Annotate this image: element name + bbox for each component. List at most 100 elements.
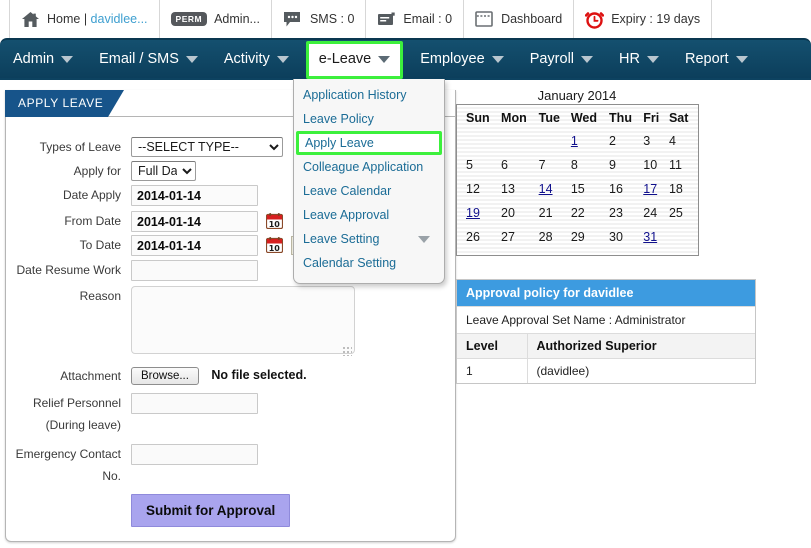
calendar-day-cell[interactable]: 19 xyxy=(461,201,496,225)
calendar-day-link[interactable]: 14 xyxy=(539,182,553,196)
nav-item-hr[interactable]: HR xyxy=(606,39,672,80)
calendar-day-cell: 27 xyxy=(501,230,515,244)
nav-item-e-leave[interactable]: e-Leave xyxy=(305,40,404,79)
topbar-user-link[interactable]: davidlee... xyxy=(91,12,148,26)
calendar-day-cell: 25 xyxy=(668,206,683,220)
calendar-day-link[interactable]: 1 xyxy=(571,134,578,148)
chevron-down-icon xyxy=(491,56,504,63)
menu-item-label: Leave Setting xyxy=(303,232,380,246)
calendar-day-cell[interactable]: 14 xyxy=(534,177,566,201)
calendar-day-link[interactable]: 17 xyxy=(643,182,657,196)
topbar-home-text: Home | davidlee... xyxy=(47,12,148,26)
nav-item-report[interactable]: Report xyxy=(672,39,761,80)
browse-button[interactable]: Browse... xyxy=(131,367,199,385)
menu-item-label: Apply Leave xyxy=(305,136,374,150)
perm-badge: PERM xyxy=(170,11,208,27)
calendar-picker-icon[interactable]: 10 xyxy=(266,237,284,254)
label-emergency-contact-sub: No. xyxy=(102,469,121,483)
nav-item-label: Activity xyxy=(223,51,270,67)
calendar-day-link[interactable]: 19 xyxy=(466,206,480,220)
calendar-day-cell: 15 xyxy=(570,182,585,196)
relief-personnel-input[interactable] xyxy=(131,393,258,414)
label-apply-for: Apply for xyxy=(73,164,121,178)
cell-authorized-superior: (davidlee) xyxy=(526,358,755,383)
calendar-day-cell: 23 xyxy=(609,206,623,220)
calendar-day-link[interactable]: 31 xyxy=(643,230,657,244)
approval-set-name-row: Leave Approval Set Name : Administrator xyxy=(457,306,755,333)
calendar-day-cell: 16 xyxy=(609,182,623,196)
label-to-date: To Date xyxy=(79,238,121,252)
topbar-item-dashboard[interactable]: Dashboard xyxy=(464,0,575,38)
top-utility-bar: Home | davidlee... PERM Admin... SMS : 0… xyxy=(0,0,811,38)
emergency-contact-input[interactable] xyxy=(131,444,258,465)
menu-item-colleague-application[interactable]: Colleague Application xyxy=(294,155,444,179)
nav-item-payroll[interactable]: Payroll xyxy=(517,39,606,80)
menu-item-leave-policy[interactable]: Leave Policy xyxy=(294,107,444,131)
topbar-sms-label: SMS : 0 xyxy=(309,12,355,26)
menu-item-leave-approval[interactable]: Leave Approval xyxy=(294,203,444,227)
calendar-weekday-fri: Fri xyxy=(643,110,660,125)
from-date-input[interactable] xyxy=(131,211,258,232)
menu-item-label: Calendar Setting xyxy=(303,256,397,270)
calendar-day-cell: 29 xyxy=(570,230,585,244)
calendar-day-cell: 6 xyxy=(501,158,508,172)
label-relief-personnel: Relief Personnel xyxy=(32,396,121,410)
calendar-picker-icon[interactable]: 10 xyxy=(266,213,284,230)
label-date-resume-work: Date Resume Work xyxy=(16,263,121,277)
calendar-day-cell: 30 xyxy=(609,230,623,244)
topbar-expiry-label: Expiry : 19 days xyxy=(611,12,701,26)
dashboard-icon xyxy=(475,11,494,27)
nav-item-admin[interactable]: Admin xyxy=(0,39,86,80)
calendar-day-cell[interactable]: 31 xyxy=(638,225,664,249)
label-date-apply: Date Apply xyxy=(62,188,121,202)
month-calendar: Sun Mon Tue Wed Thu Fri Sat 1 2 3 4 5 6 7 8 9 10 1… xyxy=(456,104,699,256)
topbar-item-admin[interactable]: PERM Admin... xyxy=(160,0,272,38)
calendar-day-cell: 13 xyxy=(501,182,515,196)
to-date-input[interactable] xyxy=(131,235,258,256)
menu-item-leave-setting[interactable]: Leave Setting xyxy=(294,227,444,251)
menu-item-application-history[interactable]: Application History xyxy=(294,83,444,107)
reason-textarea[interactable] xyxy=(131,286,355,354)
apply-for-select[interactable]: Full Day xyxy=(131,161,196,181)
nav-item-label: Employee xyxy=(420,51,485,67)
calendar-day-cell: 20 xyxy=(501,206,515,220)
nav-item-label: Payroll xyxy=(529,51,575,67)
topbar-email-label: Email : 0 xyxy=(403,12,453,26)
topbar-item-expiry[interactable]: Expiry : 19 days xyxy=(574,0,713,38)
topbar-item-home[interactable]: Home | davidlee... xyxy=(9,0,160,38)
calendar-empty-cell xyxy=(496,129,534,153)
nav-item-email-sms[interactable]: Email / SMS xyxy=(86,39,211,80)
chevron-down-icon xyxy=(276,56,289,63)
menu-item-leave-calendar[interactable]: Leave Calendar xyxy=(294,179,444,203)
date-resume-work-input[interactable] xyxy=(131,260,258,281)
chevron-down-icon xyxy=(61,56,74,63)
chevron-down-icon xyxy=(418,236,430,243)
menu-item-label: Colleague Application xyxy=(303,160,424,174)
label-reason: Reason xyxy=(79,289,121,303)
topbar-item-sms[interactable]: SMS : 0 xyxy=(272,0,367,38)
menu-item-calendar-setting[interactable]: Calendar Setting xyxy=(294,251,444,275)
chevron-down-icon xyxy=(646,56,659,63)
calendar-week-row: 1 2 3 4 xyxy=(461,129,694,153)
menu-item-label: Leave Policy xyxy=(303,112,374,126)
nav-item-employee[interactable]: Employee xyxy=(407,39,516,80)
submit-for-approval-button[interactable]: Submit for Approval xyxy=(131,494,291,527)
svg-text:10: 10 xyxy=(269,244,281,253)
topbar-item-email[interactable]: Email : 0 xyxy=(366,0,465,38)
menu-item-label: Leave Calendar xyxy=(303,184,392,198)
email-icon xyxy=(377,12,396,27)
label-attachment: Attachment xyxy=(60,369,121,383)
panel-tab-slant xyxy=(108,90,124,117)
calendar-day-cell: 7 xyxy=(538,158,546,172)
calendar-weekday-wed: Wed xyxy=(570,110,598,125)
calendar-empty-cell xyxy=(534,129,566,153)
types-of-leave-select[interactable]: --SELECT TYPE-- xyxy=(131,137,283,157)
menu-item-apply-leave[interactable]: Apply Leave xyxy=(296,131,442,155)
calendar-day-cell[interactable]: 1 xyxy=(566,129,604,153)
calendar-day-cell[interactable]: 17 xyxy=(638,177,664,201)
calendar-month-title: January 2014 xyxy=(537,88,617,103)
approval-policy-table: Level Authorized Superior 1 (davidlee) xyxy=(457,333,755,383)
date-apply-input[interactable] xyxy=(131,185,258,206)
calendar-day-cell: 4 xyxy=(668,134,676,148)
nav-item-activity[interactable]: Activity xyxy=(211,39,302,80)
